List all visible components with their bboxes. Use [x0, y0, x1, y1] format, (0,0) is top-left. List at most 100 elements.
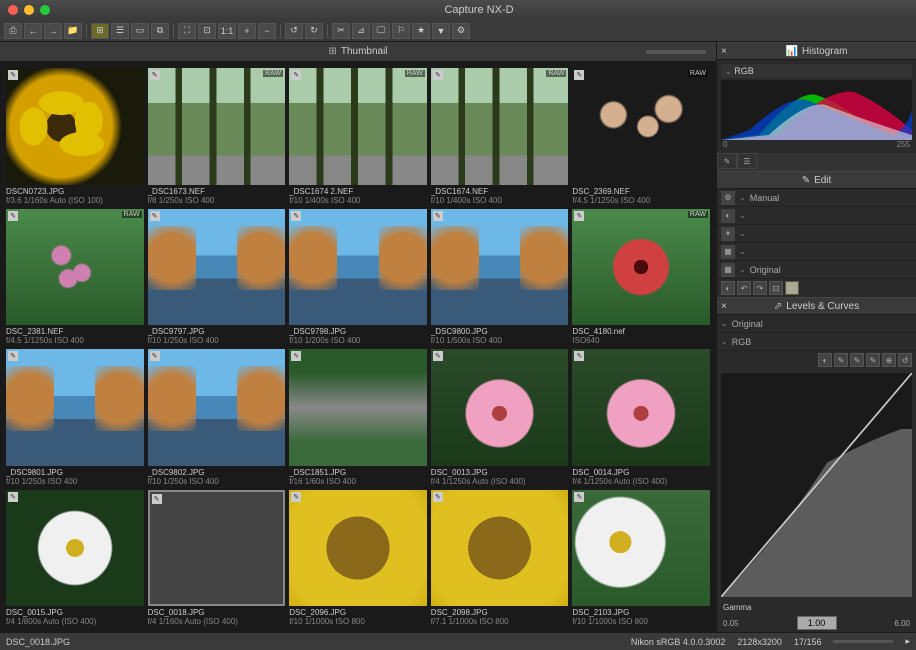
edit-row-manual[interactable]: ⚙⌄Manual — [717, 189, 916, 207]
zoom-in-button[interactable]: + — [238, 23, 256, 39]
thumbnail-image[interactable]: ✎ — [572, 349, 710, 466]
thumbnail-image[interactable]: ✎ — [148, 490, 286, 607]
thumbnail-item[interactable]: ✎RAW_DSC1674 2.NEFf/10 1/400s ISO 400 — [289, 68, 427, 205]
open-folder-button[interactable]: 📁 — [64, 23, 82, 39]
thumbnail-image[interactable]: ✎ — [6, 68, 144, 185]
thumbnail-image[interactable]: ✎RAW — [289, 68, 427, 185]
thumbnail-filename: DSC_2103.JPG — [572, 608, 710, 617]
thumbnail-item[interactable]: ✎RAW_DSC1674.NEFf/10 1/400s ISO 400 — [431, 68, 569, 205]
thumbnail-image[interactable]: ✎RAW — [148, 68, 286, 185]
edit-row-3[interactable]: ▦⌄ — [717, 243, 916, 261]
rotate-cw-button[interactable]: ↻ — [305, 23, 323, 39]
thumbnail-image[interactable]: ✎ — [572, 490, 710, 607]
thumbnail-item[interactable]: ✎_DSC9797.JPGf/10 1/250s ISO 400 — [148, 209, 286, 346]
thumbnail-image[interactable]: ✎RAW — [6, 209, 144, 326]
tool-icon-2[interactable]: ↶ — [737, 281, 751, 295]
minimize-window-button[interactable] — [24, 5, 34, 15]
thumbnail-item[interactable]: ✎DSC_2098.JPGf/7.1 1/1000s ISO 800 — [431, 490, 569, 627]
thumbnail-item[interactable]: ✎DSC_0018.JPGf/4 1/160s Auto (ISO 400) — [148, 490, 286, 627]
close-window-button[interactable] — [8, 5, 18, 15]
thumbnail-image[interactable]: ✎ — [289, 209, 427, 326]
filter-button[interactable]: ▼ — [432, 23, 450, 39]
tool-icon-3[interactable]: ↷ — [753, 281, 767, 295]
rate-button[interactable]: ★ — [412, 23, 430, 39]
thumbnail-item[interactable]: ✎RAWDSC_2369.NEFf/4.5 1/1250s ISO 400 — [572, 68, 710, 205]
tool-icon-5[interactable]: ◧ — [785, 281, 799, 295]
gray-point-picker-icon[interactable]: ✎ — [850, 353, 864, 367]
rotate-ccw-button[interactable]: ↺ — [285, 23, 303, 39]
thumbnail-item[interactable]: ✎_DSC9801.JPGf/10 1/250s ISO 400 — [6, 349, 144, 486]
curves-display[interactable] — [721, 373, 912, 597]
thumbnail-item[interactable]: ✎DSC_2096.JPGf/10 1/1000s ISO 800 — [289, 490, 427, 627]
thumbnail-image[interactable]: ✎ — [148, 349, 286, 466]
thumbnail-image[interactable]: ✎ — [148, 209, 286, 326]
raw-badge: RAW — [546, 70, 566, 77]
status-zoom-slider[interactable] — [833, 640, 893, 643]
edit-tab-2[interactable]: ☰ — [737, 153, 757, 169]
thumbnail-size-slider[interactable] — [646, 50, 706, 54]
thumbnail-item[interactable]: ✎RAW_DSC1673.NEFf/8 1/250s ISO 400 — [148, 68, 286, 205]
thumbnail-item[interactable]: ✎RAWDSC_4180.nefISO640 — [572, 209, 710, 346]
thumbnail-item[interactable]: ✎_DSC1851.JPGf/16 1/60s ISO 400 — [289, 349, 427, 486]
fit-button[interactable]: ⊡ — [198, 23, 216, 39]
curves-channel-row[interactable]: ⌄RGB — [717, 333, 916, 351]
thumbnail-item[interactable]: ✎DSC_0015.JPGf/4 1/800s Auto (ISO 400) — [6, 490, 144, 627]
close-icon[interactable]: × — [721, 46, 727, 57]
add-point-icon[interactable]: ⊕ — [882, 353, 896, 367]
black-point-picker-icon[interactable]: ✎ — [834, 353, 848, 367]
thumbnail-image[interactable]: ✎ — [6, 349, 144, 466]
straighten-button[interactable]: ⊿ — [352, 23, 370, 39]
auto-contrast-icon[interactable]: ◐ — [818, 353, 832, 367]
zoom-actual-button[interactable]: 1:1 — [218, 23, 236, 39]
thumbnail-image[interactable]: ✎ — [431, 349, 569, 466]
thumbnail-image[interactable]: ✎ — [289, 349, 427, 466]
histogram-panel-header: × 📊 Histogram — [717, 42, 916, 60]
edit-badge-icon: ✎ — [8, 211, 18, 221]
curves-preset-row[interactable]: ⌄Original — [717, 315, 916, 333]
print-button[interactable]: ⎙ — [4, 23, 22, 39]
fullscreen-button[interactable]: ⛶ — [178, 23, 196, 39]
list-view-button[interactable]: ☰ — [111, 23, 129, 39]
compare-view-button[interactable]: ⧉ — [151, 23, 169, 39]
thumbnail-image[interactable]: ✎RAW — [572, 209, 710, 326]
thumbnail-item[interactable]: ✎DSCN0723.JPGf/3.6 1/160s Auto (ISO 100) — [6, 68, 144, 205]
settings-button[interactable]: ⚙ — [452, 23, 470, 39]
thumbnail-image[interactable]: ✎ — [289, 490, 427, 607]
thumbnail-item[interactable]: ✎_DSC9802.JPGf/10 1/250s ISO 400 — [148, 349, 286, 486]
thumbnail-image[interactable]: ✎RAW — [572, 68, 710, 185]
white-point-picker-icon[interactable]: ✎ — [866, 353, 880, 367]
tool-icon-4[interactable]: ⊡ — [769, 281, 783, 295]
thumbnail-item[interactable]: ✎DSC_0013.JPGf/4 1/1250s Auto (ISO 400) — [431, 349, 569, 486]
thumbnail-item[interactable]: ✎DSC_2103.JPGf/10 1/1000s ISO 800 — [572, 490, 710, 627]
thumbnail-item[interactable]: ✎RAWDSC_2381.NEFf/4.5 1/1250s ISO 400 — [6, 209, 144, 346]
monitor-button[interactable]: 🖵 — [372, 23, 390, 39]
edit-row-1[interactable]: ◐⌄ — [717, 207, 916, 225]
thumbnail-image[interactable]: ✎RAW — [431, 68, 569, 185]
thumbnail-view-button[interactable]: ⊞ — [91, 23, 109, 39]
reset-curve-icon[interactable]: ↺ — [898, 353, 912, 367]
thumbnail-image[interactable]: ✎ — [431, 209, 569, 326]
zoom-out-button[interactable]: − — [258, 23, 276, 39]
edit-row-original[interactable]: ▦⌄Original — [717, 261, 916, 279]
thumbnail-image[interactable]: ✎ — [6, 490, 144, 607]
thumbnail-item[interactable]: ✎_DSC9800.JPGf/10 1/500s ISO 400 — [431, 209, 569, 346]
expand-icon[interactable]: ▸ — [905, 636, 910, 647]
edit-tab-1[interactable]: ✎ — [717, 153, 737, 169]
single-view-button[interactable]: ▭ — [131, 23, 149, 39]
forward-button[interactable]: → — [44, 23, 62, 39]
thumbnail-item[interactable]: ✎DSC_0014.JPGf/4 1/1250s Auto (ISO 400) — [572, 349, 710, 486]
thumbnail-item[interactable]: ✎_DSC9798.JPGf/10 1/200s ISO 400 — [289, 209, 427, 346]
crop-button[interactable]: ✂ — [332, 23, 350, 39]
tag-button[interactable]: ⚐ — [392, 23, 410, 39]
thumbnail-filename: DSC_2381.NEF — [6, 327, 144, 336]
thumbnail-filename: _DSC9801.JPG — [6, 468, 144, 477]
thumbnail-filename: _DSC9798.JPG — [289, 327, 427, 336]
close-icon[interactable]: × — [721, 301, 727, 312]
zoom-window-button[interactable] — [40, 5, 50, 15]
histogram-channel[interactable]: RGB — [734, 66, 754, 76]
tool-icon-1[interactable]: ◐ — [721, 281, 735, 295]
edit-row-2[interactable]: ☀⌄ — [717, 225, 916, 243]
thumbnail-image[interactable]: ✎ — [431, 490, 569, 607]
gamma-input[interactable] — [797, 616, 837, 630]
back-button[interactable]: ← — [24, 23, 42, 39]
